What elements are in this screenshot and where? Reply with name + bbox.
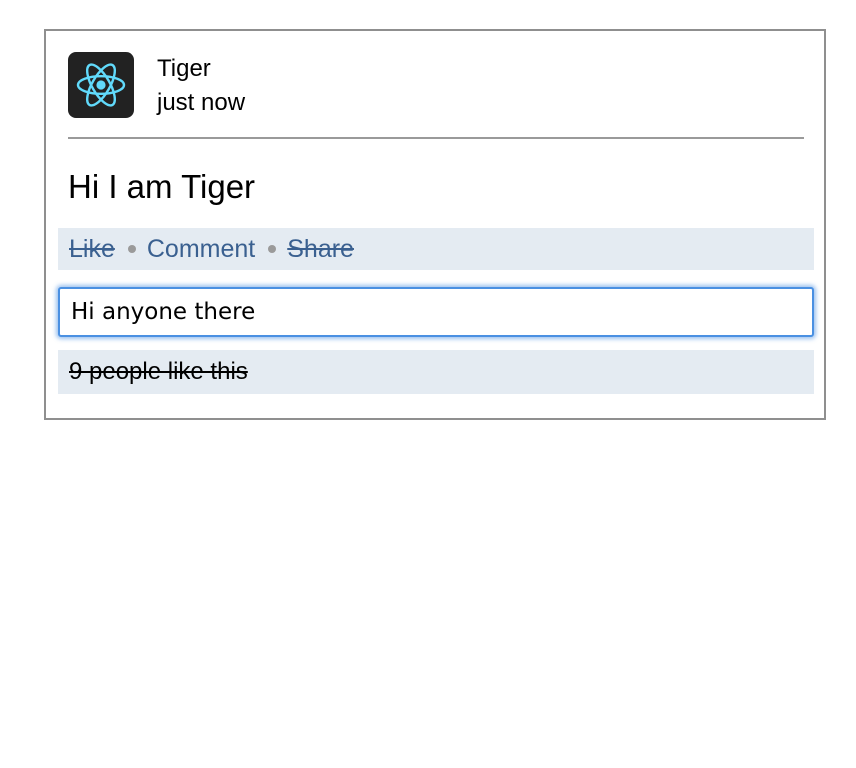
post-card: Tiger just now Hi I am Tiger Like Commen… <box>44 29 826 420</box>
share-button[interactable]: Share <box>287 235 354 264</box>
avatar <box>68 52 134 118</box>
likes-summary-bar: 9 people like this <box>58 350 814 394</box>
action-bar: Like Comment Share <box>58 228 814 270</box>
like-button[interactable]: Like <box>69 235 115 264</box>
post-text: Hi I am Tiger <box>68 168 256 205</box>
comment-button[interactable]: Comment <box>147 235 255 264</box>
likes-summary-text[interactable]: 9 people like this <box>69 358 248 386</box>
comment-input[interactable] <box>58 287 814 337</box>
react-atom-icon <box>76 63 126 107</box>
header-divider <box>68 137 804 139</box>
post-header: Tiger just now <box>68 52 804 120</box>
separator-dot <box>268 245 277 253</box>
author-name: Tiger <box>157 55 211 82</box>
separator-dot <box>127 245 136 253</box>
post-timestamp: just now <box>157 89 246 116</box>
